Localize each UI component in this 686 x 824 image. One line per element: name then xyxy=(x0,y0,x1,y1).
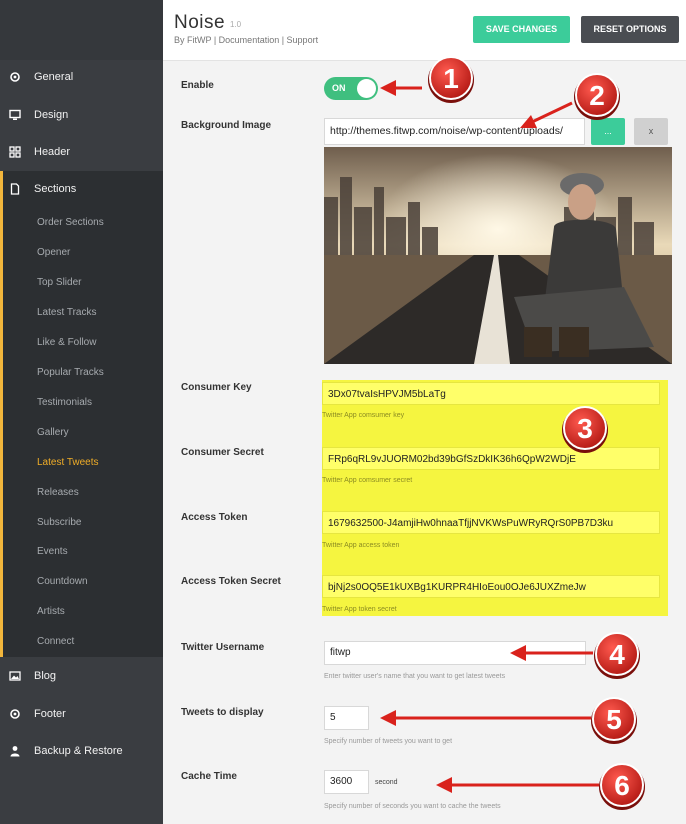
subnav-latest-tracks[interactable]: Latest Tracks xyxy=(37,307,96,318)
subnav-countdown[interactable]: Countdown xyxy=(37,576,88,587)
sidebar-item-general[interactable]: General xyxy=(0,59,163,96)
subnav-artists[interactable]: Artists xyxy=(37,606,65,617)
version-label: 1.0 xyxy=(230,20,242,29)
background-image-url-field[interactable]: http://themes.fitwp.com/noise/wp-content… xyxy=(324,118,585,145)
cache-time-unit: second xyxy=(375,779,398,786)
consumer-key-field[interactable]: 3Dx07tvaIsHPVJM5bLaTg xyxy=(322,382,660,405)
enable-toggle[interactable]: ON xyxy=(324,77,378,100)
background-image-preview xyxy=(324,147,672,364)
sidebar-item-sections[interactable]: Sections xyxy=(0,171,163,208)
image-icon xyxy=(9,671,21,681)
gear-icon xyxy=(10,709,20,719)
toggle-knob xyxy=(357,79,376,98)
consumer-secret-label: Consumer Secret xyxy=(181,447,264,458)
byline: By FitWP | Documentation | Support xyxy=(174,35,319,45)
sidebar-item-label: Backup & Restore xyxy=(34,745,123,757)
sidebar-item-blog[interactable]: Blog xyxy=(0,658,163,695)
access-token-secret-help: Twitter App token secret xyxy=(322,606,397,613)
sidebar-item-label: Blog xyxy=(34,670,57,682)
save-changes-button[interactable]: SAVE CHANGES xyxy=(473,16,570,43)
consumer-key-label: Consumer Key xyxy=(181,382,252,393)
subnav-testimonials[interactable]: Testimonials xyxy=(37,397,92,408)
subnav-events[interactable]: Events xyxy=(37,546,68,557)
subnav-popular-tracks[interactable]: Popular Tracks xyxy=(37,367,104,378)
access-token-secret-field[interactable]: bjNj2s0OQ5E1kUXBg1KURPR4HIoEou0OJe6JUXZm… xyxy=(322,575,660,598)
upload-image-button[interactable]: ... xyxy=(591,118,625,145)
access-token-label: Access Token xyxy=(181,512,248,523)
consumer-key-help: Twitter App comsumer key xyxy=(322,412,405,419)
sidebar-item-label: Header xyxy=(34,146,71,158)
access-token-help: Twitter App access token xyxy=(322,542,400,549)
twitter-username-field[interactable]: fitwp xyxy=(324,641,586,665)
subnav-gallery[interactable]: Gallery xyxy=(37,427,69,438)
subnav-latest-tweets[interactable]: Latest Tweets xyxy=(37,457,99,468)
subnav-opener[interactable]: Opener xyxy=(37,247,70,258)
sidebar-item-label: General xyxy=(34,71,74,83)
enable-label: Enable xyxy=(181,80,214,91)
access-token-field[interactable]: 1679632500-J4amjiHw0hnaaTfjjNVKWsPuWRyRQ… xyxy=(322,511,660,534)
cache-time-field[interactable]: 3600 xyxy=(324,770,369,794)
document-icon xyxy=(10,183,20,195)
page-title: Noise xyxy=(174,12,226,33)
subnav-like-follow[interactable]: Like & Follow xyxy=(37,337,96,348)
sidebar-item-label: Sections xyxy=(34,183,77,195)
tweets-to-display-field[interactable]: 5 xyxy=(324,706,369,730)
background-image-label: Background Image xyxy=(181,120,272,131)
subnav-subscribe[interactable]: Subscribe xyxy=(37,517,81,528)
gear-icon xyxy=(10,72,20,82)
sections-submenu: Order Sections Opener Top Slider Latest … xyxy=(0,208,163,657)
access-token-secret-label: Access Token Secret xyxy=(181,576,281,587)
page-header: Noise 1.0 By FitWP | Documentation | Sup… xyxy=(163,0,686,61)
sidebar-item-label: Footer xyxy=(34,708,66,720)
consumer-secret-help: Twitter App comsumer secret xyxy=(322,477,413,484)
subnav-order-sections[interactable]: Order Sections xyxy=(37,217,104,228)
sidebar-item-footer[interactable]: Footer xyxy=(0,696,163,733)
sidebar-top xyxy=(0,0,163,60)
twitter-credentials-highlight: 3Dx07tvaIsHPVJM5bLaTg Twitter App comsum… xyxy=(322,380,668,616)
reset-options-button[interactable]: RESET OPTIONS xyxy=(581,16,679,43)
settings-panel: Noise 1.0 By FitWP | Documentation | Sup… xyxy=(163,0,686,824)
subnav-releases[interactable]: Releases xyxy=(37,487,79,498)
monitor-icon xyxy=(9,109,21,120)
sidebar: General Design Header Sections Order Sec… xyxy=(0,0,163,824)
twitter-username-label: Twitter Username xyxy=(181,642,265,653)
consumer-secret-field[interactable]: FRp6qRL9vJUORM02bd39bGfSzDkIK36h6QpW2WDj… xyxy=(322,447,660,470)
subnav-connect[interactable]: Connect xyxy=(37,636,74,647)
sidebar-item-label: Design xyxy=(34,109,69,121)
remove-image-button[interactable]: x xyxy=(634,118,668,145)
sidebar-item-backup-restore[interactable]: Backup & Restore xyxy=(0,733,163,770)
grid-icon xyxy=(9,146,21,158)
user-icon xyxy=(10,746,20,757)
tweets-to-display-label: Tweets to display xyxy=(181,707,264,718)
cache-time-label: Cache Time xyxy=(181,771,237,782)
subnav-top-slider[interactable]: Top Slider xyxy=(37,277,81,288)
tweets-to-display-help: Specify number of tweets you want to get xyxy=(324,738,453,745)
toggle-state: ON xyxy=(332,83,346,93)
sidebar-item-header[interactable]: Header xyxy=(0,134,163,171)
sidebar-item-design[interactable]: Design xyxy=(0,97,163,134)
cache-time-help: Specify number of seconds you want to ca… xyxy=(324,803,501,810)
twitter-username-help: Enter twitter user's name that you want … xyxy=(324,673,506,680)
